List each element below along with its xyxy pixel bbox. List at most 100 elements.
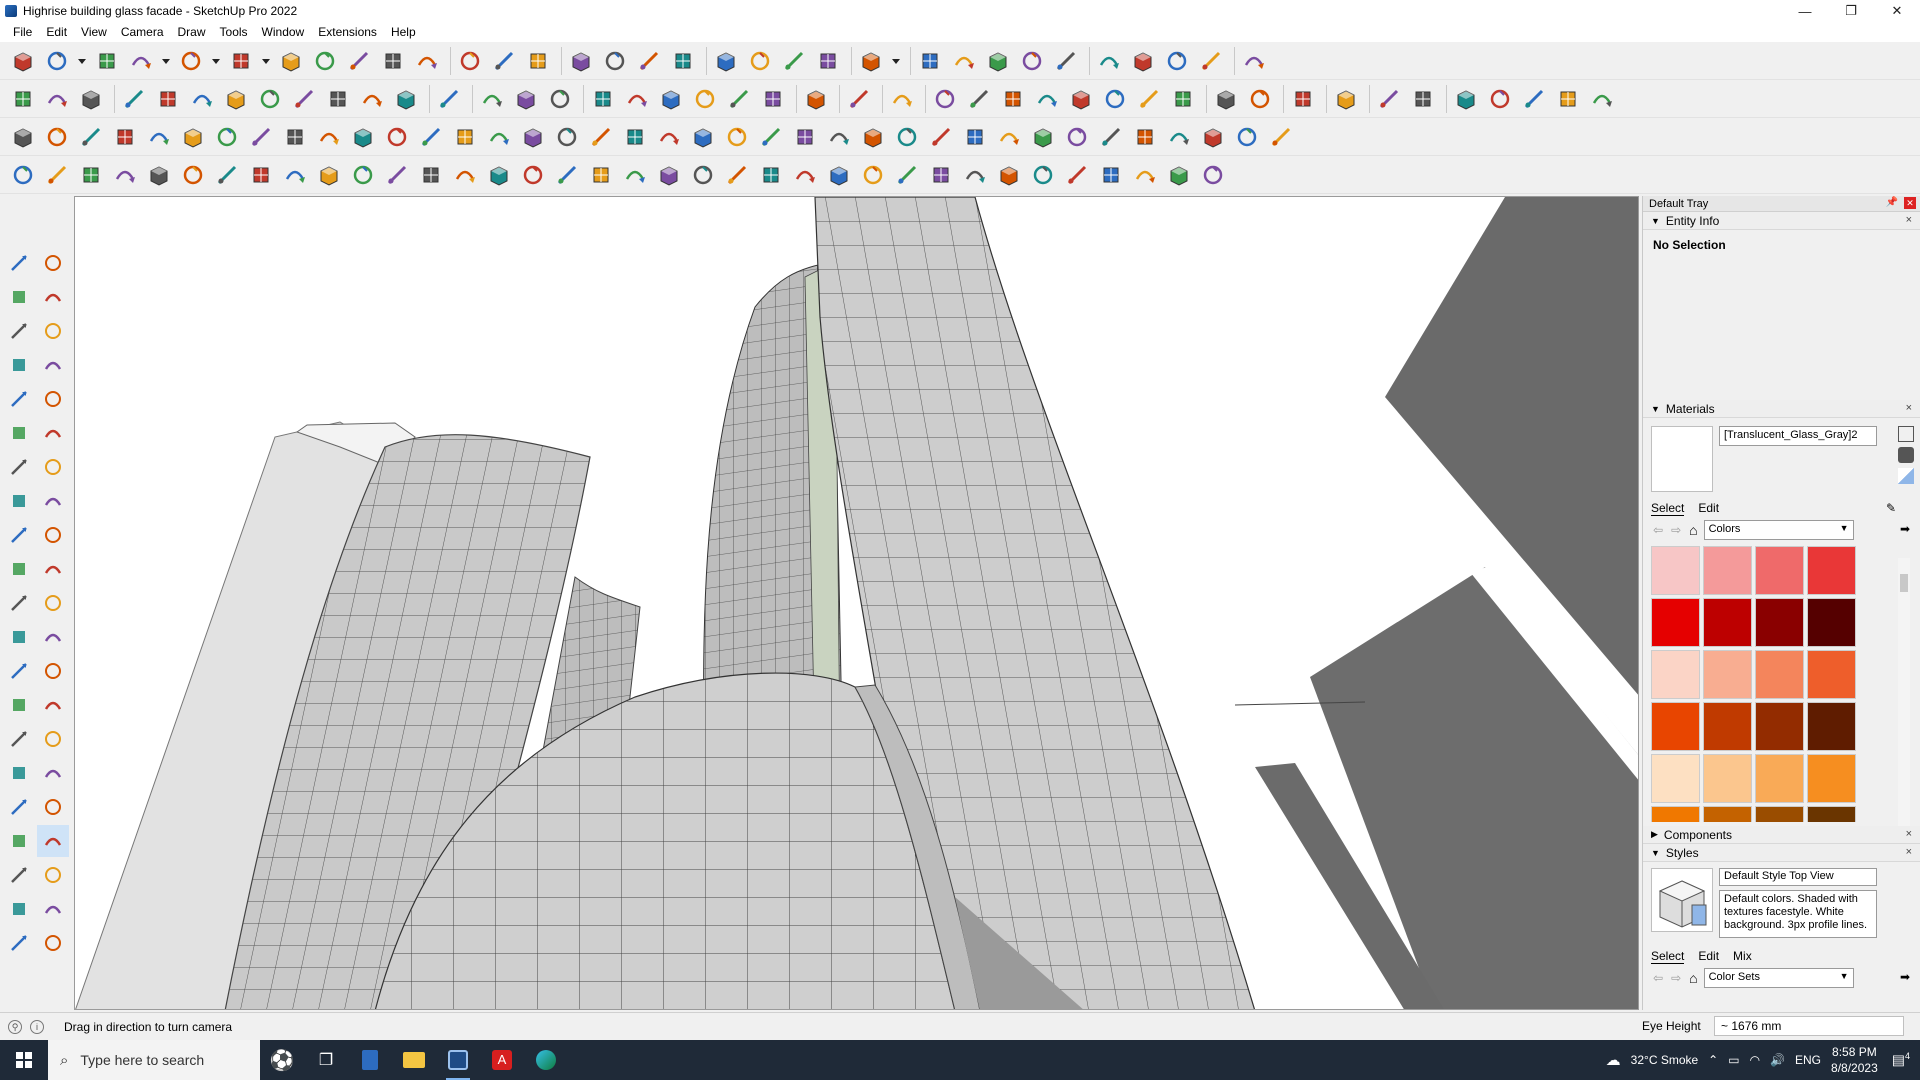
tape-measure-icon[interactable] (3, 621, 35, 653)
rectangle-icon[interactable] (3, 383, 35, 415)
line-c-icon[interactable] (416, 160, 446, 190)
parallelogram-icon[interactable] (1032, 84, 1062, 114)
position-camera-icon[interactable] (3, 825, 35, 857)
comb-icon[interactable] (552, 160, 582, 190)
curve-b-icon[interactable] (722, 122, 752, 152)
top-view-icon[interactable] (622, 84, 652, 114)
color-swatch[interactable] (1755, 806, 1804, 822)
palette-scrollbar[interactable] (1898, 558, 1910, 842)
zoom-extents-icon[interactable] (3, 791, 35, 823)
color-swatch[interactable] (1703, 598, 1752, 647)
dropdown-icon[interactable] (890, 46, 902, 76)
details-arrow-icon[interactable]: ➡ (1900, 970, 1910, 984)
warehouse-icon[interactable] (1239, 46, 1269, 76)
dimension-icon[interactable] (37, 621, 69, 653)
color-swatch[interactable] (1703, 806, 1752, 822)
rectangle-icon[interactable] (226, 46, 256, 76)
rotate-b-icon[interactable] (960, 122, 990, 152)
task-view-icon[interactable]: ❐ (304, 1040, 348, 1080)
menu-file[interactable]: File (6, 25, 39, 39)
terrain-icon[interactable] (1374, 84, 1404, 114)
hatch-icon[interactable] (858, 160, 888, 190)
curve-d-icon[interactable] (790, 122, 820, 152)
drape-icon[interactable] (1485, 84, 1515, 114)
color-swatch[interactable] (1651, 806, 1700, 822)
color-swatch[interactable] (1807, 598, 1856, 647)
house-icon[interactable] (1198, 160, 1228, 190)
styles-library-select[interactable]: Color Sets ▼ (1703, 968, 1854, 988)
user-icon[interactable] (856, 46, 886, 76)
cylinder-icon[interactable] (1062, 122, 1092, 152)
clock[interactable]: 8:58 PM 8/8/2023 (1831, 1044, 1878, 1076)
panel-close-icon[interactable]: × (1906, 214, 1912, 226)
material-name-field[interactable]: [Translucent_Glass_Gray]2 (1719, 426, 1877, 446)
geo-location-icon[interactable]: ⚲ (8, 1019, 22, 1034)
details-arrow-icon[interactable]: ➡ (1900, 522, 1910, 536)
stamp-icon[interactable] (1451, 84, 1481, 114)
nurbs-icon[interactable] (1245, 84, 1275, 114)
color-swatch[interactable] (1755, 650, 1804, 699)
color-swatch[interactable] (1807, 650, 1856, 699)
calculator-icon[interactable] (348, 1040, 392, 1080)
color-swatch[interactable] (1807, 754, 1856, 803)
notification-icon[interactable]: ▤4 (1892, 1051, 1910, 1069)
loop-b-icon[interactable] (1232, 122, 1262, 152)
volume-icon[interactable]: 🔊 (1770, 1053, 1785, 1067)
color-swatch[interactable] (1651, 546, 1700, 595)
style-name-field[interactable]: Default Style Top View (1719, 868, 1877, 886)
chevron-up-icon[interactable]: ⌃ (1708, 1053, 1718, 1067)
offset-icon[interactable] (1288, 84, 1318, 114)
sketchup-taskbar-icon[interactable] (436, 1040, 480, 1080)
iso-view-icon[interactable] (588, 84, 618, 114)
taskbar-search[interactable]: ⌕ Type here to search (48, 1040, 260, 1080)
color-swatch[interactable] (1703, 702, 1752, 751)
push-icon[interactable] (153, 84, 183, 114)
tab-select[interactable]: Select (1651, 501, 1685, 516)
pattern-icon[interactable] (960, 160, 990, 190)
paint-bucket-icon[interactable] (3, 281, 35, 313)
cone-b-icon[interactable] (518, 160, 548, 190)
tape-measure-icon[interactable] (455, 46, 485, 76)
fan-icon[interactable] (654, 160, 684, 190)
walk-icon[interactable] (3, 859, 35, 891)
color-swatch[interactable] (1755, 754, 1804, 803)
page-icon[interactable] (314, 122, 344, 152)
acrobat-icon[interactable]: A (480, 1040, 524, 1080)
component-icon[interactable] (915, 46, 945, 76)
previous-view-icon[interactable] (37, 791, 69, 823)
offset-icon[interactable] (37, 587, 69, 619)
forward-arrow-icon[interactable]: ⇨ (1671, 971, 1681, 985)
arrange-icon[interactable] (1017, 46, 1047, 76)
3d-viewport[interactable] (74, 196, 1639, 1010)
menu-extensions[interactable]: Extensions (311, 25, 384, 39)
color-swatch[interactable] (1807, 546, 1856, 595)
trim-line-icon[interactable] (110, 160, 140, 190)
pie-icon[interactable] (37, 485, 69, 517)
bezier-icon[interactable] (1211, 84, 1241, 114)
loop-icon[interactable] (1134, 84, 1164, 114)
scenes-icon[interactable] (813, 46, 843, 76)
dropdown-icon[interactable] (210, 46, 222, 76)
polygon-icon[interactable] (37, 417, 69, 449)
cone-icon[interactable] (586, 122, 616, 152)
magnet-icon[interactable] (858, 122, 888, 152)
two-point-arc-icon[interactable] (37, 451, 69, 483)
layers-b-icon[interactable] (3, 927, 35, 959)
freehand-icon[interactable] (37, 349, 69, 381)
array-icon[interactable] (1266, 122, 1296, 152)
move-icon[interactable] (3, 519, 35, 551)
outliner-icon[interactable] (779, 46, 809, 76)
color-swatch[interactable] (1651, 598, 1700, 647)
cross-icon[interactable] (518, 122, 548, 152)
add-point-icon[interactable] (484, 122, 514, 152)
line-b-icon[interactable] (382, 160, 412, 190)
cog-icon[interactable] (1028, 122, 1058, 152)
curve-draw-icon[interactable] (42, 160, 72, 190)
plane-blue-icon[interactable] (42, 122, 72, 152)
eraser-icon[interactable] (37, 281, 69, 313)
tile-icon[interactable] (314, 160, 344, 190)
pan-icon[interactable] (600, 46, 630, 76)
scale-icon[interactable] (3, 587, 35, 619)
group-icon[interactable] (949, 46, 979, 76)
menu-window[interactable]: Window (255, 25, 312, 39)
